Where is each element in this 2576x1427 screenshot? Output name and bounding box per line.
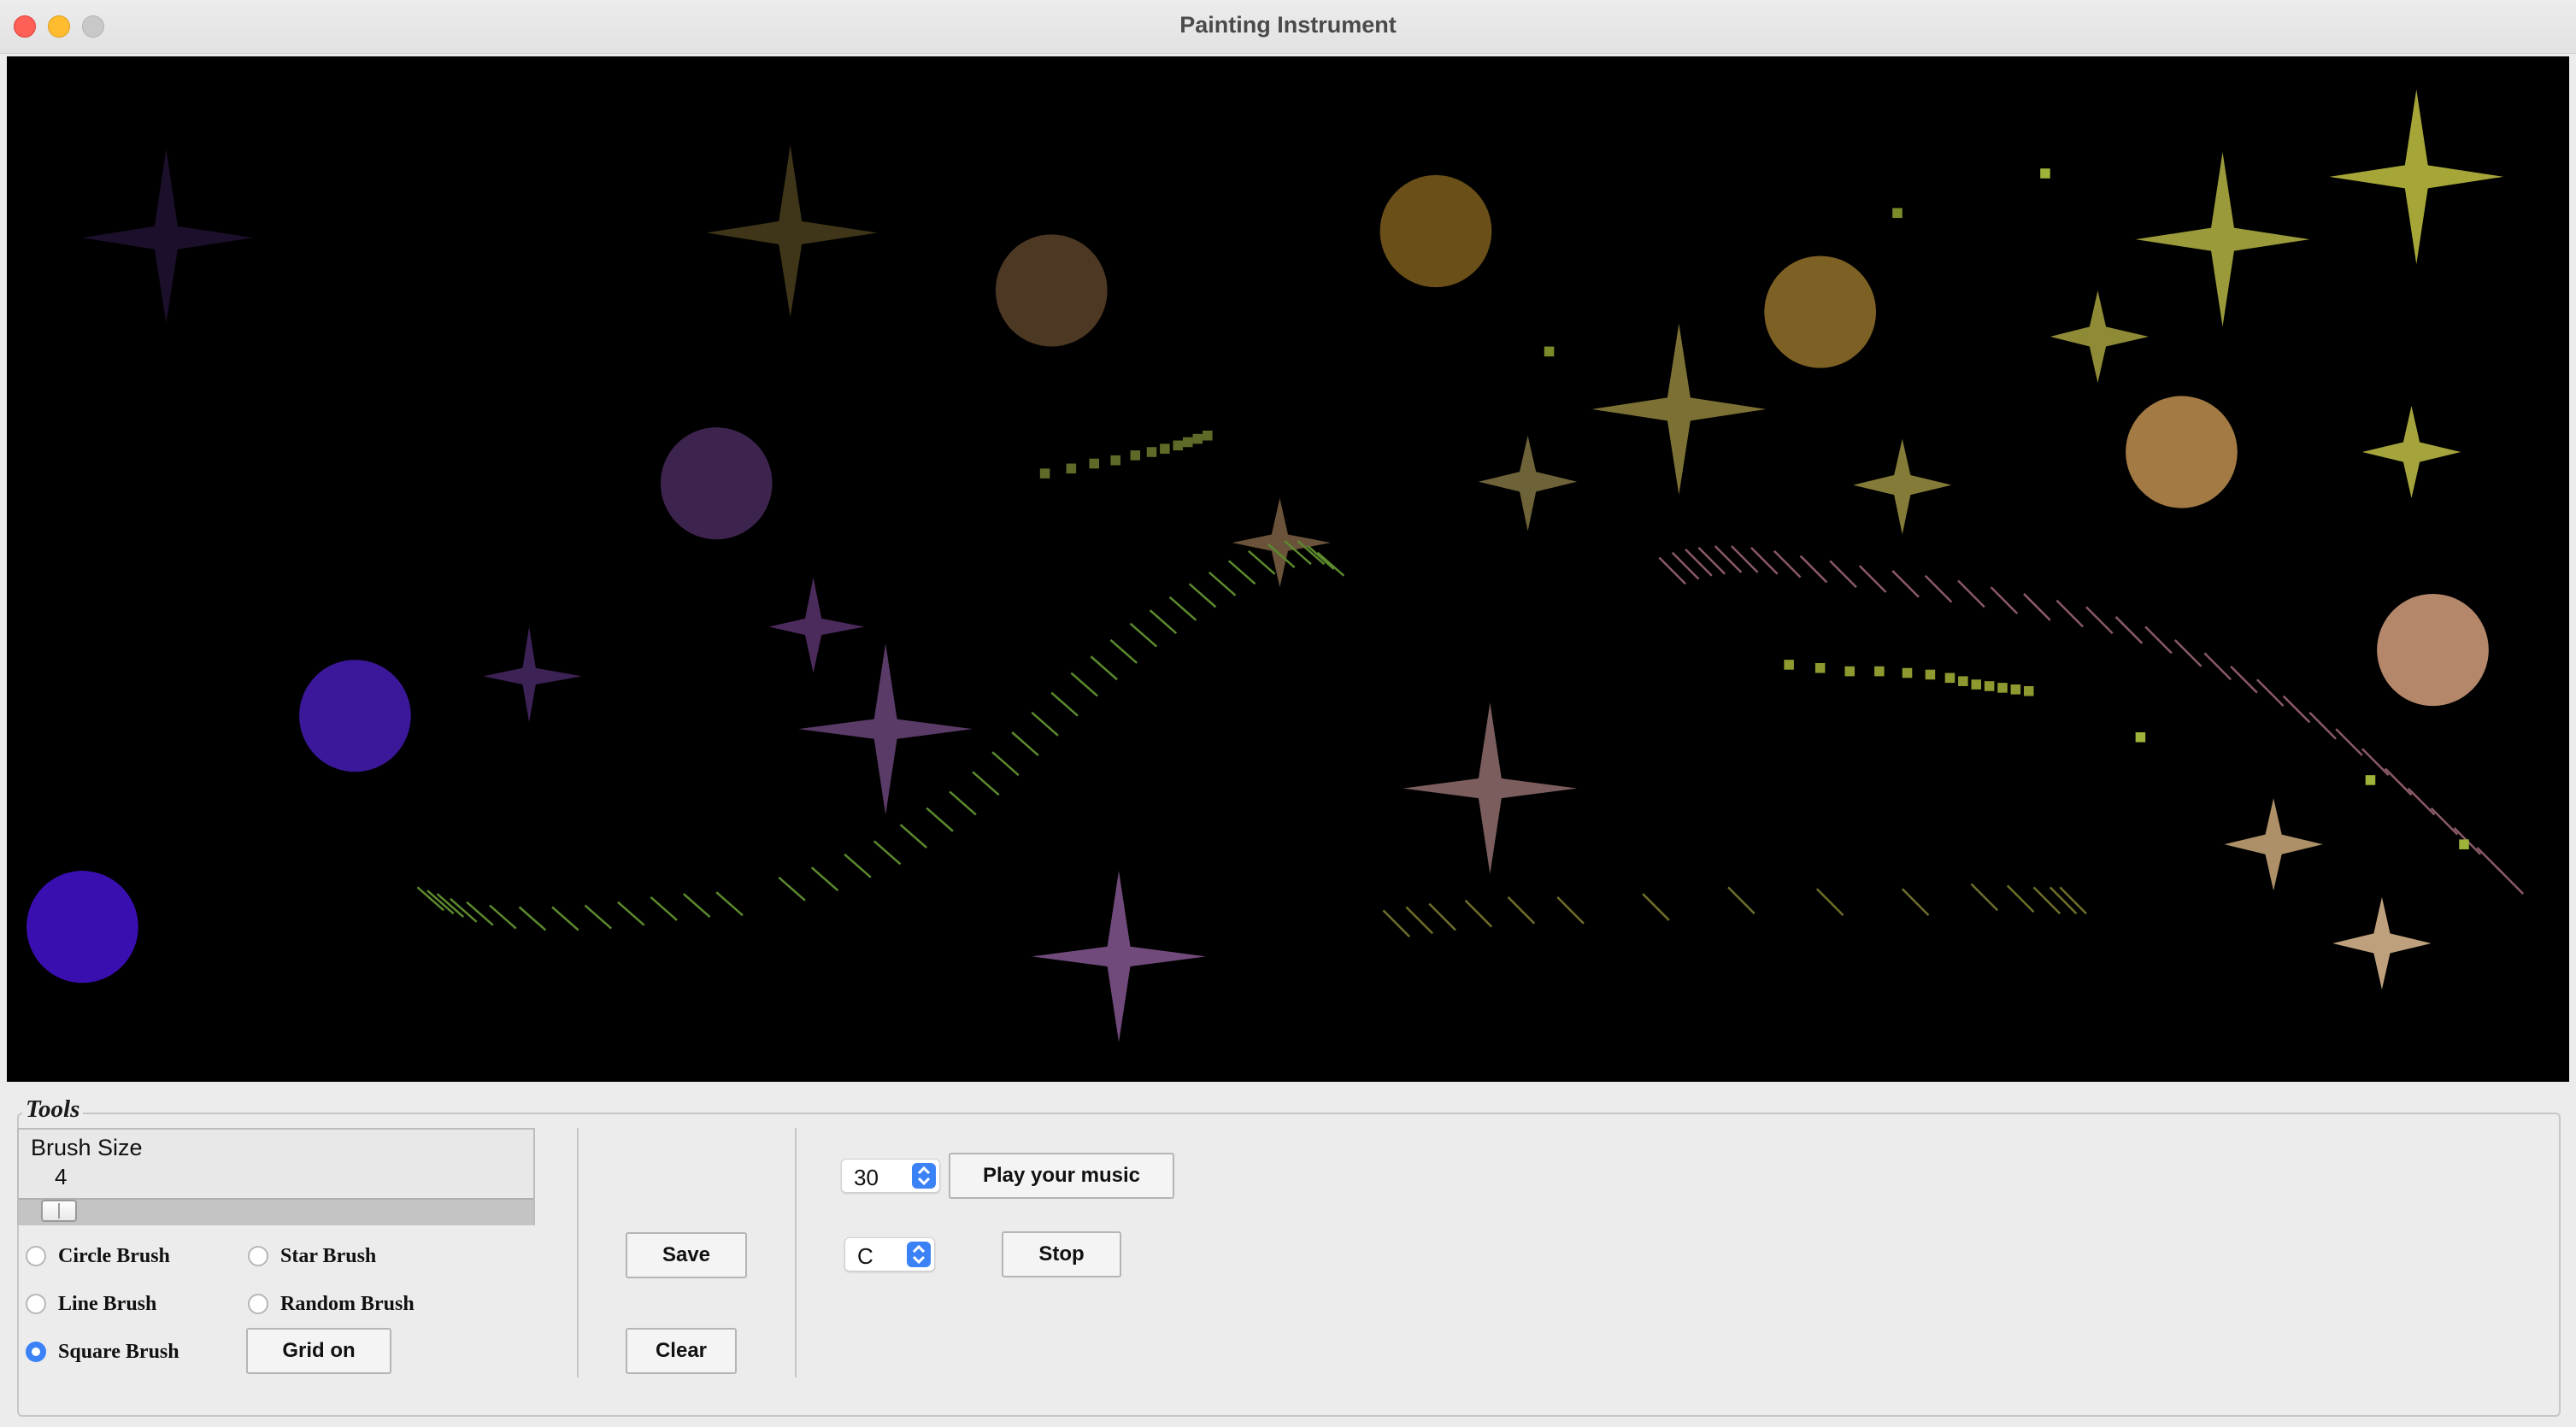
divider bbox=[577, 1128, 579, 1377]
tempo-value: 30 bbox=[854, 1165, 879, 1190]
circle-brush-radio[interactable]: Circle Brush bbox=[26, 1242, 170, 1270]
random-brush-radio[interactable]: Random Brush bbox=[248, 1290, 415, 1318]
brush-size-slider-thumb[interactable] bbox=[41, 1200, 77, 1222]
play-music-button[interactable]: Play your music bbox=[949, 1153, 1174, 1199]
radio-button[interactable] bbox=[26, 1246, 46, 1266]
grid-toggle-button[interactable]: Grid on bbox=[246, 1328, 391, 1374]
brush-size-panel: Brush Size 4 bbox=[17, 1128, 535, 1225]
window-title: Painting Instrument bbox=[1179, 12, 1397, 38]
divider bbox=[795, 1128, 797, 1377]
stepper-arrows-icon[interactable] bbox=[912, 1163, 936, 1189]
brush-size-slider[interactable] bbox=[19, 1198, 533, 1225]
radio-button[interactable] bbox=[26, 1294, 46, 1314]
circle-brush-label: Circle Brush bbox=[58, 1244, 170, 1267]
key-select[interactable]: C bbox=[844, 1237, 935, 1271]
random-brush-label: Random Brush bbox=[280, 1292, 415, 1315]
save-button[interactable]: Save bbox=[626, 1232, 747, 1278]
key-value: C bbox=[857, 1243, 873, 1269]
radio-button[interactable] bbox=[248, 1246, 268, 1266]
brush-size-label: Brush Size bbox=[31, 1135, 143, 1160]
line-brush-radio[interactable]: Line Brush bbox=[26, 1290, 156, 1318]
radio-button-selected[interactable] bbox=[26, 1342, 46, 1362]
clear-button[interactable]: Clear bbox=[626, 1328, 737, 1374]
square-brush-radio[interactable]: Square Brush bbox=[26, 1338, 179, 1365]
stepper-arrows-icon[interactable] bbox=[907, 1242, 931, 1267]
star-brush-radio[interactable]: Star Brush bbox=[248, 1242, 376, 1270]
drawing-canvas[interactable] bbox=[7, 56, 2569, 1082]
canvas-artwork bbox=[26, 89, 2525, 1042]
title-bar: Painting Instrument bbox=[0, 0, 2576, 54]
line-brush-label: Line Brush bbox=[58, 1292, 157, 1315]
tempo-select[interactable]: 30 bbox=[841, 1159, 940, 1193]
tools-group-label: Tools bbox=[22, 1095, 84, 1124]
radio-button[interactable] bbox=[248, 1294, 268, 1314]
star-brush-label: Star Brush bbox=[280, 1244, 377, 1267]
brush-size-value: 4 bbox=[55, 1164, 68, 1189]
stop-button[interactable]: Stop bbox=[1002, 1231, 1121, 1277]
square-brush-label: Square Brush bbox=[58, 1340, 179, 1363]
